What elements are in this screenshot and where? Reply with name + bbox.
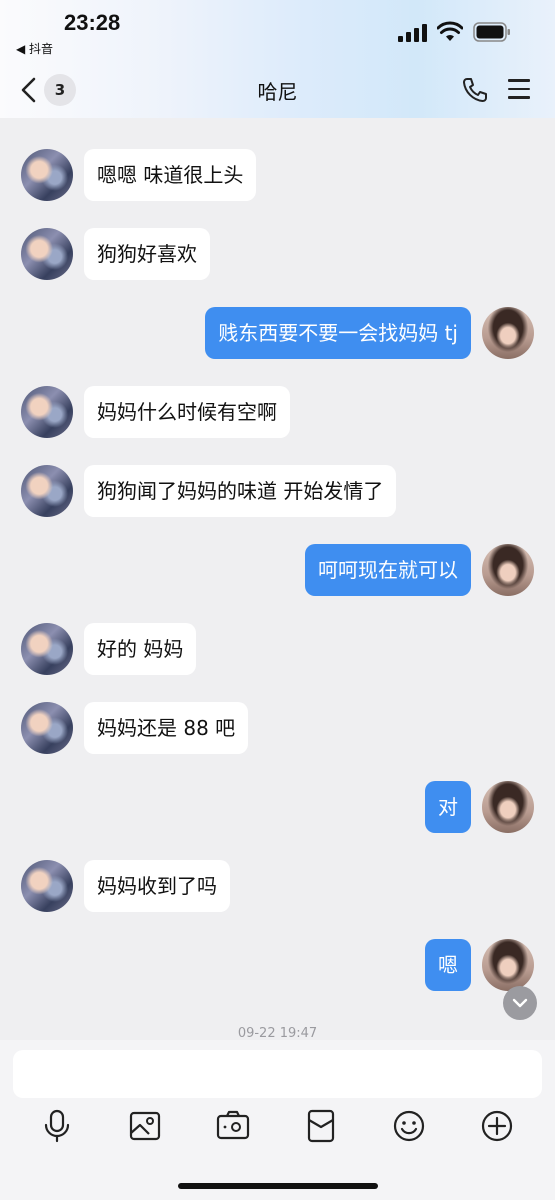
message-bubble-incoming[interactable]: 好的 妈妈 [84,623,197,675]
menu-icon[interactable] [508,79,530,99]
self-avatar[interactable] [482,939,534,991]
contact-avatar[interactable] [21,702,73,754]
contact-avatar[interactable] [21,860,73,912]
message-bubble-incoming[interactable]: 狗狗好喜欢 [84,228,210,280]
back-to-app-link[interactable]: ◀ 抖音 [16,40,53,57]
self-avatar[interactable] [482,544,534,596]
contact-avatar[interactable] [21,386,73,438]
battery-icon [473,22,510,42]
wifi-icon [437,21,463,41]
message-bubble-outgoing[interactable]: 对 [425,781,471,833]
contact-avatar[interactable] [21,228,73,280]
message-row: 狗狗闻了妈妈的味道 开始发情了 [21,465,397,517]
message-bubble-incoming[interactable]: 嗯嗯 味道很上头 [84,149,257,201]
message-bubble-outgoing[interactable]: 贱东西要不要一会找妈妈 tj [205,307,471,359]
contact-avatar[interactable] [21,465,73,517]
emoji-icon[interactable] [391,1108,427,1144]
message-row: 妈妈收到了吗 [21,860,230,912]
message-bubble-incoming[interactable]: 妈妈什么时候有空啊 [84,386,290,438]
message-timestamp: 09-22 19:47 [237,1026,318,1041]
message-row: 好的 妈妈 [21,623,197,675]
message-input[interactable] [13,1050,542,1098]
back-chevron-icon[interactable] [18,76,40,104]
chevron-down-icon [512,998,528,1008]
message-row: 呵呵现在就可以 [305,544,534,596]
message-bubble-outgoing[interactable]: 呵呵现在就可以 [305,544,471,596]
message-row: 嗯嗯 味道很上头 [21,149,257,201]
image-icon[interactable] [127,1108,163,1144]
self-avatar[interactable] [482,781,534,833]
message-bubble-outgoing[interactable]: 嗯 [425,939,471,991]
top-bar: 23:28 ◀ 抖音 3 哈尼 [0,0,555,118]
camera-icon[interactable] [215,1108,251,1144]
message-bubble-incoming[interactable]: 狗狗闻了妈妈的味道 开始发情了 [84,465,397,517]
message-row: 狗狗好喜欢 [21,228,210,280]
message-bubble-incoming[interactable]: 妈妈收到了吗 [84,860,230,912]
plus-icon[interactable] [479,1108,515,1144]
message-row: 贱东西要不要一会找妈妈 tj [205,307,534,359]
contact-avatar[interactable] [21,149,73,201]
unread-count-badge[interactable]: 3 [44,74,76,106]
message-bubble-incoming[interactable]: 妈妈还是 88 吧 [84,702,249,754]
home-indicator[interactable] [178,1183,378,1189]
self-avatar[interactable] [482,307,534,359]
status-time: 23:28 [64,10,121,35]
contact-avatar[interactable] [21,623,73,675]
cellular-signal-icon [398,24,428,42]
red-envelope-icon[interactable] [303,1108,339,1144]
composer-panel [0,1040,555,1200]
scroll-to-bottom-button[interactable] [503,986,537,1020]
message-row: 妈妈还是 88 吧 [21,702,249,754]
message-row: 嗯 [425,939,534,991]
microphone-icon[interactable] [39,1108,75,1144]
message-row: 对 [425,781,534,833]
phone-call-icon[interactable] [461,76,489,104]
message-row: 妈妈什么时候有空啊 [21,386,290,438]
